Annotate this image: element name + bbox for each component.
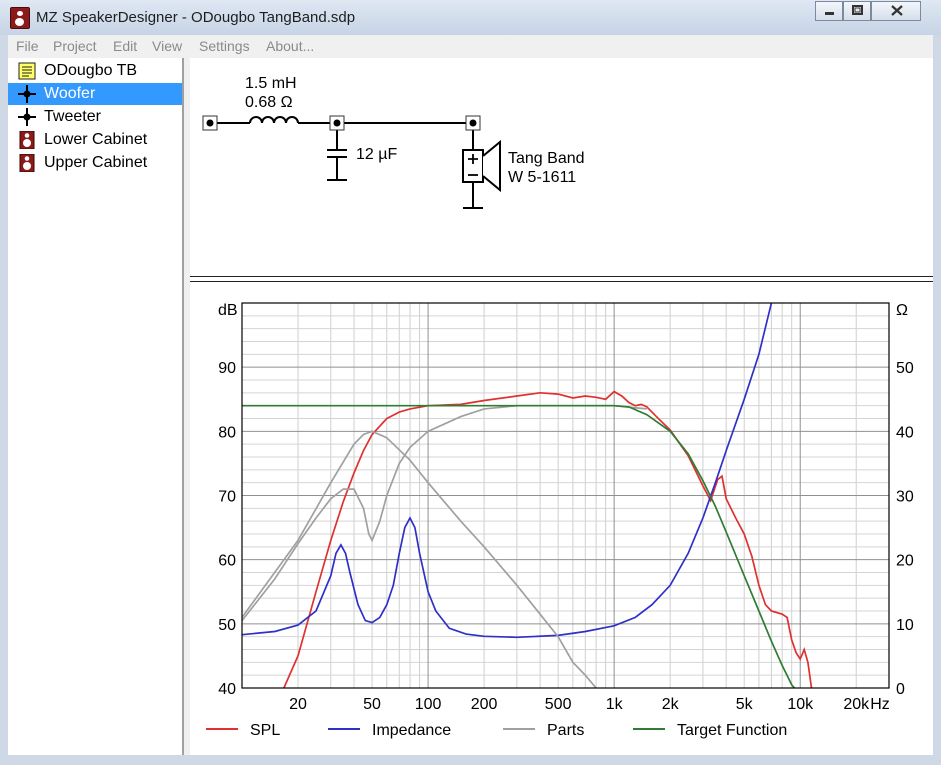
x-tick-label: 500 [545, 696, 572, 713]
x-tick-label: 5k [736, 696, 754, 713]
restore-icon [852, 5, 863, 15]
tree-item-label: ODougbo TB [44, 62, 138, 79]
menu-about[interactable]: About... [266, 38, 314, 54]
y-right-unit: Ω [896, 302, 908, 319]
y-left-tick-label: 70 [218, 489, 236, 506]
frequency-response-chart: 40 50 60 70 80 90 0 10 20 30 40 50 20 50 100 200 500 1k 2k… [190, 282, 933, 755]
y-left-unit: dB [218, 302, 238, 319]
speaker-cabinet-icon [19, 154, 35, 172]
tree-item-project[interactable]: ODougbo TB [8, 60, 182, 82]
x-tick-label: 1k [606, 696, 624, 713]
terminal-node[interactable] [329, 115, 345, 131]
x-tick-label: 200 [471, 696, 498, 713]
tree-item-woofer[interactable]: Woofer [8, 83, 182, 105]
terminal-node[interactable] [465, 115, 481, 131]
menu-bar: File Project Edit View Settings About... [8, 35, 933, 58]
crossover-node-icon [18, 85, 36, 103]
y-left-tick-label: 80 [218, 424, 236, 441]
x-tick-label: 100 [415, 696, 442, 713]
tree-item-label: Tweeter [44, 108, 101, 125]
chart-svg: 40 50 60 70 80 90 0 10 20 30 40 50 20 50 100 200 500 1k 2k… [206, 302, 914, 739]
close-icon [891, 5, 903, 16]
legend-label: Parts [547, 722, 584, 739]
x-tick-label: 10k [787, 696, 814, 713]
project-tree: ODougbo TB Woofer Tweeter Lower Cabinet … [8, 58, 183, 755]
inductor-value: 1.5 mH [245, 75, 297, 92]
legend-label: SPL [250, 722, 280, 739]
y-left-tick-label: 90 [218, 360, 236, 377]
tree-item-tweeter[interactable]: Tweeter [8, 106, 182, 128]
tree-item-lower-cabinet[interactable]: Lower Cabinet [8, 129, 182, 151]
tree-item-upper-cabinet[interactable]: Upper Cabinet [8, 152, 182, 174]
x-tick-label: 20k [843, 696, 870, 713]
y-right-tick-label: 30 [896, 489, 914, 506]
speaker-cabinet-icon [19, 131, 35, 149]
y-left-tick-label: 40 [218, 681, 236, 698]
crossover-schematic: 1.5 mH 0.68 Ω 12 µF Tang Band W 5-1611 [190, 58, 933, 276]
minimize-icon [825, 12, 834, 15]
maximize-button[interactable] [843, 1, 871, 21]
y-right-tick-label: 20 [896, 553, 914, 570]
capacitor-value: 12 µF [356, 146, 397, 163]
y-right-tick-label: 40 [896, 424, 914, 441]
y-left-tick-label: 50 [218, 617, 236, 634]
legend-label: Impedance [372, 722, 451, 739]
note-icon [18, 62, 36, 80]
tree-item-label: Woofer [44, 85, 96, 102]
driver-model: W 5-1611 [508, 169, 576, 186]
y-right-tick-label: 10 [896, 617, 914, 634]
legend-label: Target Function [677, 722, 787, 739]
window-bottom-border [0, 755, 941, 765]
tree-item-label: Lower Cabinet [44, 131, 148, 148]
series-line-parts [242, 404, 647, 622]
y-left-tick-label: 60 [218, 553, 236, 570]
x-unit-label: Hz [870, 696, 890, 713]
minimize-button[interactable] [815, 1, 843, 21]
menu-file[interactable]: File [16, 38, 39, 54]
title-bar: MZ SpeakerDesigner - ODougbo TangBand.sd… [0, 0, 941, 35]
tree-item-label: Upper Cabinet [44, 154, 148, 171]
menu-project[interactable]: Project [53, 38, 97, 54]
menu-view[interactable]: View [152, 38, 182, 54]
inductor-resistance: 0.68 Ω [245, 94, 293, 111]
x-tick-label: 50 [363, 696, 381, 713]
x-tick-label: 2k [662, 696, 680, 713]
terminal-node[interactable] [202, 115, 218, 131]
menu-edit[interactable]: Edit [113, 38, 137, 54]
driver-name: Tang Band [508, 150, 585, 167]
x-tick-label: 20 [289, 696, 307, 713]
speaker-app-icon [10, 7, 30, 29]
window-title: MZ SpeakerDesigner - ODougbo TangBand.sd… [36, 9, 356, 26]
menu-settings[interactable]: Settings [199, 38, 250, 54]
y-right-tick-label: 0 [896, 681, 905, 698]
inductor-symbol [249, 116, 299, 124]
crossover-node-icon [18, 108, 36, 126]
close-button[interactable] [871, 1, 921, 21]
y-right-tick-label: 50 [896, 360, 914, 377]
driver-symbol[interactable] [462, 139, 501, 193]
